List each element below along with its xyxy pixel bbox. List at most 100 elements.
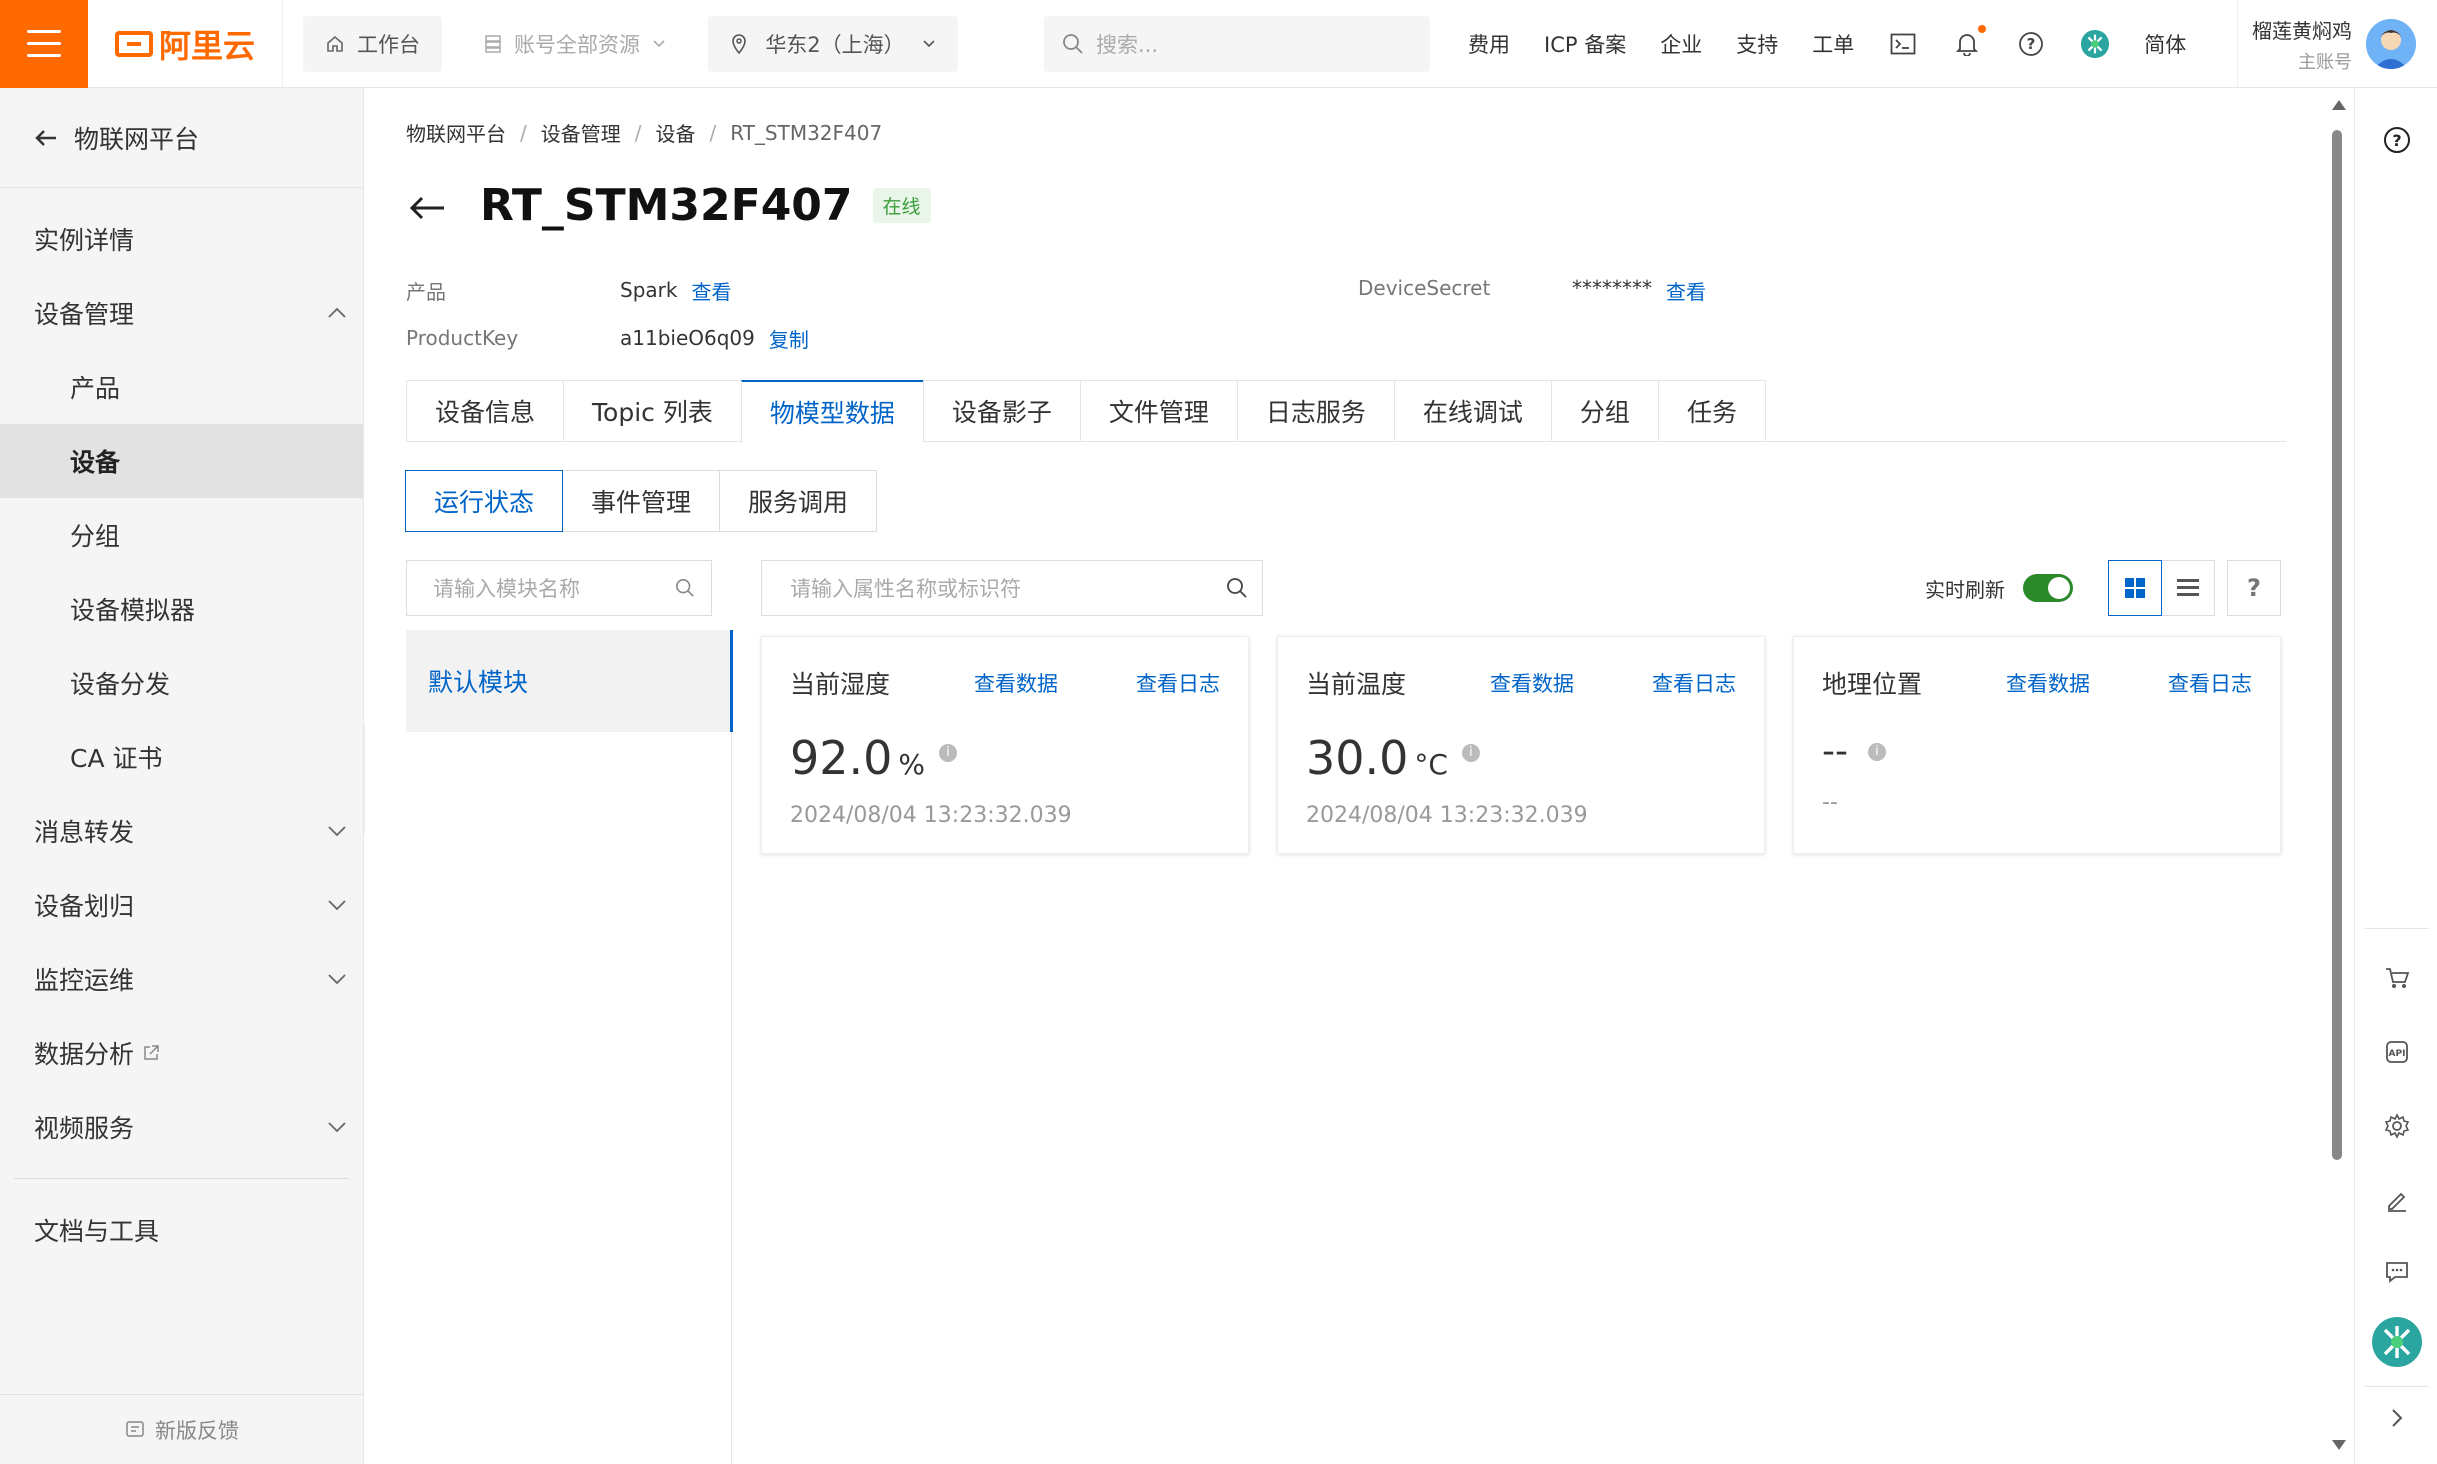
tab-topic-list[interactable]: Topic 列表: [563, 380, 741, 442]
sidebar-item-product[interactable]: 产品: [0, 350, 363, 424]
sidebar-item-docs-tools[interactable]: 文档与工具: [0, 1193, 363, 1267]
rail-divider: [2365, 1386, 2429, 1387]
tab-file-management[interactable]: 文件管理: [1079, 380, 1237, 442]
info-icon[interactable]: i: [1461, 743, 1480, 762]
tab-thing-model-data[interactable]: 物模型数据: [740, 380, 923, 443]
api-icon[interactable]: API: [2375, 1030, 2419, 1074]
sidebar-item-message-forwarding[interactable]: 消息转发: [0, 794, 363, 868]
region-select[interactable]: 华东2（上海）: [708, 15, 958, 72]
back-arrow-icon[interactable]: [406, 190, 446, 222]
view-secret-link[interactable]: 查看: [1666, 276, 1706, 305]
chat-icon[interactable]: [2375, 1250, 2419, 1294]
breadcrumb-separator: /: [520, 120, 527, 145]
support-link[interactable]: 支持: [1736, 29, 1778, 59]
realtime-refresh-toggle[interactable]: [2023, 574, 2073, 602]
menu-icon[interactable]: [0, 0, 88, 88]
chevron-up-icon: [328, 307, 346, 318]
grid-view-button[interactable]: [2108, 560, 2162, 616]
view-log-link[interactable]: 查看日志: [1136, 668, 1220, 698]
card-title: 当前湿度: [790, 670, 891, 699]
search-icon: [1063, 33, 1083, 54]
view-product-link[interactable]: 查看: [691, 276, 731, 305]
info-icon[interactable]: i: [939, 743, 958, 762]
device-secret-label: DeviceSecret: [1358, 275, 1491, 300]
module-search-input[interactable]: 请输入模块名称: [406, 560, 712, 616]
property-search-input[interactable]: 请输入属性名称或标识符: [761, 560, 1263, 616]
sidebar-item-label: 视频服务: [34, 1114, 135, 1143]
sidebar-item-label: 实例详情: [34, 226, 135, 255]
sidebar-item-device-distribution[interactable]: 设备分发: [0, 646, 363, 720]
breadcrumb-device[interactable]: 设备: [656, 118, 696, 147]
account-resources-select[interactable]: 账号全部资源: [462, 15, 688, 72]
subtab-service-call[interactable]: 服务调用: [719, 470, 878, 532]
breadcrumb-device-management[interactable]: 设备管理: [541, 118, 621, 147]
subtab-event-management[interactable]: 事件管理: [562, 470, 721, 532]
sidebar-item-device-assignment[interactable]: 设备划归: [0, 868, 363, 942]
sidebar-item-device-management[interactable]: 设备管理: [0, 276, 363, 350]
sidebar-item-monitoring-ops[interactable]: 监控运维: [0, 942, 363, 1016]
tab-task[interactable]: 任务: [1657, 380, 1766, 442]
copy-productkey-link[interactable]: 复制: [769, 324, 809, 353]
back-to-iot-platform[interactable]: 物联网平台: [0, 88, 363, 188]
top-links: 费用 ICP 备案 企业 支持 工单 ? 简体: [1468, 24, 2186, 59]
sidebar-item-data-analysis[interactable]: 数据分析: [0, 1016, 363, 1090]
search-icon: [676, 579, 694, 597]
view-data-link[interactable]: 查看数据: [1490, 668, 1574, 698]
breadcrumb-iot-platform[interactable]: 物联网平台: [406, 118, 506, 147]
help-icon[interactable]: ?: [2375, 118, 2419, 162]
property-card-location: 地理位置 查看数据 查看日志 -- i --: [1793, 636, 2281, 854]
svg-text:?: ?: [2247, 575, 2261, 601]
card-value: --: [1822, 731, 1848, 772]
help-button[interactable]: ?: [2227, 560, 2281, 616]
language-switch[interactable]: 简体: [2144, 29, 2186, 59]
sidebar-item-video-service[interactable]: 视频服务: [0, 1090, 363, 1164]
terminal-icon[interactable]: [1888, 29, 1918, 59]
svg-text:?: ?: [2392, 131, 2401, 150]
aliyun-logo[interactable]: 阿里云: [88, 0, 283, 88]
assistant-icon[interactable]: [2080, 29, 2110, 59]
sidebar-item-group[interactable]: 分组: [0, 498, 363, 572]
workbench-button[interactable]: 工作台: [303, 15, 442, 72]
ticket-link[interactable]: 工单: [1812, 29, 1854, 59]
scroll-down-arrow[interactable]: [2332, 1440, 2346, 1450]
subtab-running-status[interactable]: 运行状态: [405, 470, 564, 532]
view-data-link[interactable]: 查看数据: [2006, 668, 2090, 698]
sidebar-item-label: 产品: [70, 374, 121, 403]
chevron-right-icon[interactable]: [2375, 1396, 2419, 1440]
cart-icon[interactable]: [2375, 956, 2419, 1000]
assistant-icon[interactable]: [2371, 1316, 2423, 1368]
help-icon[interactable]: ?: [2016, 29, 2046, 59]
list-view-button[interactable]: [2161, 560, 2215, 616]
avatar[interactable]: [2366, 19, 2416, 69]
status-badge: 在线: [872, 188, 931, 223]
sidebar-item-label: 分组: [70, 522, 121, 551]
view-log-link[interactable]: 查看日志: [2168, 668, 2252, 698]
global-search-input[interactable]: 搜索...: [1044, 15, 1430, 72]
icp-link[interactable]: ICP 备案: [1544, 29, 1626, 59]
card-unit: °C: [1414, 748, 1448, 781]
module-item-default[interactable]: 默认模块: [406, 630, 733, 732]
tab-device-shadow[interactable]: 设备影子: [922, 380, 1080, 442]
user-menu[interactable]: 榴莲黄焖鸡 主账号: [2237, 0, 2437, 88]
tab-online-debug[interactable]: 在线调试: [1393, 380, 1551, 442]
view-log-link[interactable]: 查看日志: [1652, 668, 1736, 698]
tab-device-info[interactable]: 设备信息: [406, 380, 564, 442]
card-value: 92.0: [790, 731, 893, 785]
enterprise-link[interactable]: 企业: [1660, 29, 1702, 59]
settings-gear-icon[interactable]: [2375, 1104, 2419, 1148]
sidebar-item-device[interactable]: 设备: [0, 424, 363, 498]
sidebar-item-instance-details[interactable]: 实例详情: [0, 202, 363, 276]
scrollbar[interactable]: [2328, 100, 2346, 1460]
feedback-button[interactable]: 新版反馈: [0, 1394, 364, 1464]
info-icon[interactable]: i: [1867, 742, 1886, 761]
sidebar-item-ca-certificate[interactable]: CA 证书: [0, 720, 363, 794]
billing-link[interactable]: 费用: [1468, 29, 1510, 59]
tab-group[interactable]: 分组: [1550, 380, 1658, 442]
edit-icon[interactable]: [2375, 1178, 2419, 1222]
sidebar-item-device-simulator[interactable]: 设备模拟器: [0, 572, 363, 646]
home-icon: [327, 35, 343, 52]
view-data-link[interactable]: 查看数据: [974, 668, 1058, 698]
scrollbar-thumb[interactable]: [2332, 130, 2342, 1160]
tab-log-service[interactable]: 日志服务: [1236, 380, 1394, 442]
bell-icon[interactable]: [1952, 24, 1987, 59]
